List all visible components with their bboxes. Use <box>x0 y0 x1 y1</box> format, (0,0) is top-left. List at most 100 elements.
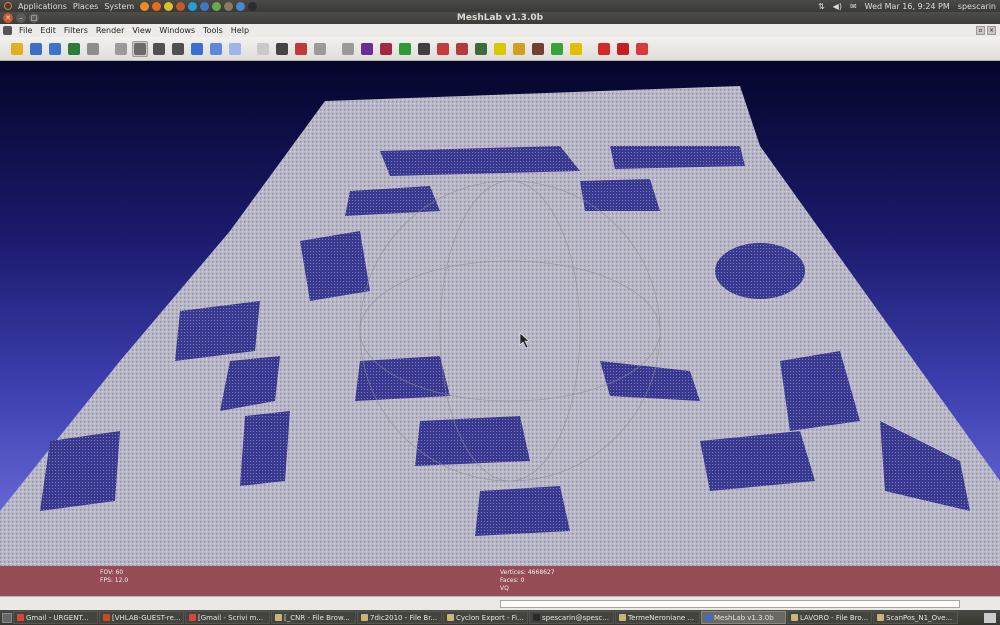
firefox-icon[interactable] <box>152 1 162 11</box>
panel-user[interactable]: spescarin <box>958 2 996 11</box>
skype-icon[interactable] <box>188 1 198 11</box>
flat-lines-button[interactable] <box>189 41 205 57</box>
mdi-close-button[interactable]: × <box>987 26 996 35</box>
brush-button[interactable] <box>511 41 527 57</box>
meshlab-app-icon <box>3 26 12 35</box>
vlc-icon[interactable] <box>140 1 150 11</box>
smooth-icon <box>229 42 241 55</box>
raster-button[interactable] <box>473 41 489 57</box>
window-icon <box>103 614 110 621</box>
chrome-icon[interactable] <box>164 1 174 11</box>
mail-icon[interactable]: ✉ <box>850 2 857 11</box>
window-title: MeshLab v1.3.0b <box>456 13 544 23</box>
taskbar-item-label: Cyclon Export - Fi... <box>456 613 524 622</box>
chromium-icon[interactable] <box>236 1 246 11</box>
taskbar-item-label: 7dic2010 - File Br... <box>370 613 438 622</box>
delete-all-icon <box>636 42 648 55</box>
paint-button[interactable] <box>397 41 413 57</box>
color-texture-icon <box>380 42 392 55</box>
3d-viewport[interactable] <box>0 61 1000 566</box>
select-faces-button[interactable] <box>435 41 451 57</box>
taskbar-item[interactable]: LAVORO - File Bro... <box>787 611 872 624</box>
layers-button[interactable] <box>85 41 101 57</box>
mdi-restore-button[interactable]: ▫ <box>976 26 985 35</box>
window-icon <box>275 614 282 621</box>
panel-menu-applications[interactable]: Applications <box>18 2 67 11</box>
delete-faces-button[interactable] <box>596 41 612 57</box>
panel-datetime[interactable]: Wed Mar 16, 9:24 PM <box>865 2 950 11</box>
delete-all-button[interactable] <box>634 41 650 57</box>
color-texture-button[interactable] <box>378 41 394 57</box>
hidden-lines-button[interactable] <box>170 41 186 57</box>
paint-icon <box>399 42 411 55</box>
open-folder-button[interactable] <box>9 41 25 57</box>
taskbar-item[interactable]: [_CNR - File Brow... <box>271 611 356 624</box>
select-button[interactable] <box>340 41 356 57</box>
window-titlebar[interactable]: ✕ – □ MeshLab v1.3.0b <box>0 12 1000 24</box>
shield-button[interactable] <box>359 41 375 57</box>
point-cloud-render[interactable] <box>0 61 1000 566</box>
taskbar-item[interactable]: ScanPos_N1_Ove... <box>873 611 958 624</box>
menu-tools[interactable]: Tools <box>199 26 227 35</box>
taskbar-item[interactable]: [Gmail - Scrivi m... <box>185 611 270 624</box>
taskbar-item[interactable]: [VHLAB-GUEST-re... <box>99 611 184 624</box>
taskbar: Gmail - URGENT... [VHLAB-GUEST-re... [Gmai… <box>0 610 1000 625</box>
taskbar-item-label: Gmail - URGENT... <box>26 613 89 622</box>
measure-button[interactable] <box>416 41 432 57</box>
browser-icon[interactable] <box>176 1 186 11</box>
taskbar-item[interactable]: MeshLab v1.3.0b <box>701 611 786 624</box>
backface-icon <box>295 42 307 55</box>
window-minimize-button[interactable]: – <box>16 13 26 23</box>
window-icon <box>791 614 798 621</box>
bulb-button[interactable] <box>274 41 290 57</box>
bbox-button[interactable] <box>113 41 129 57</box>
taskbar-item[interactable]: TermeNeroniane ... <box>615 611 700 624</box>
window-maximize-button[interactable]: □ <box>29 13 39 23</box>
cull-button[interactable] <box>312 41 328 57</box>
menu-view[interactable]: View <box>128 26 155 35</box>
annotation-a-button[interactable] <box>492 41 508 57</box>
menu-edit[interactable]: Edit <box>36 26 60 35</box>
reload-button[interactable] <box>28 41 44 57</box>
menu-render[interactable]: Render <box>92 26 128 35</box>
smooth-button[interactable] <box>227 41 243 57</box>
volume-icon[interactable]: ◀) <box>833 2 842 11</box>
ubuntu-logo-icon[interactable] <box>4 2 12 10</box>
points-button[interactable] <box>132 40 148 57</box>
save-snapshot-button[interactable] <box>47 41 63 57</box>
window-close-button[interactable]: ✕ <box>3 13 13 23</box>
terminal-icon[interactable] <box>248 1 258 11</box>
progress-bar <box>500 600 960 608</box>
qgis-icon[interactable] <box>212 1 222 11</box>
taskbar-item[interactable]: Cyclon Export - Fi... <box>443 611 528 624</box>
image-button[interactable] <box>66 41 82 57</box>
menu-bar: File Edit Filters Render View Windows Tools Hel… <box>0 24 1000 37</box>
select-vertices-button[interactable] <box>454 41 470 57</box>
panel-menu-places[interactable]: Places <box>73 2 98 11</box>
panel-menu-system[interactable]: System <box>104 2 134 11</box>
menu-file[interactable]: File <box>15 26 36 35</box>
menu-windows[interactable]: Windows <box>155 26 199 35</box>
gimp-icon[interactable] <box>224 1 234 11</box>
flat-button[interactable] <box>208 41 224 57</box>
taskbar-item[interactable]: Gmail - URGENT... <box>13 611 98 624</box>
backface-button[interactable] <box>293 41 309 57</box>
taskbar-item-label: LAVORO - File Bro... <box>800 613 869 622</box>
taskbar-item[interactable]: spescarin@spesc... <box>529 611 614 624</box>
open-folder-icon <box>11 42 23 55</box>
taskbar-item[interactable]: 7dic2010 - File Br... <box>357 611 442 624</box>
taskbar-item-label: [Gmail - Scrivi m... <box>198 613 264 622</box>
info-button[interactable] <box>568 41 584 57</box>
trash-icon[interactable] <box>984 612 996 623</box>
wireframe-button[interactable] <box>151 41 167 57</box>
show-desktop-button[interactable] <box>2 612 12 623</box>
align-button[interactable] <box>549 41 565 57</box>
help-icon[interactable] <box>200 1 210 11</box>
network-icon[interactable]: ⇅ <box>818 2 825 11</box>
delete-vertices-button[interactable] <box>615 41 631 57</box>
menu-help[interactable]: Help <box>227 26 253 35</box>
knife-button[interactable] <box>530 41 546 57</box>
light-button[interactable] <box>255 41 271 57</box>
hidden-lines-icon <box>172 42 184 55</box>
menu-filters[interactable]: Filters <box>60 26 92 35</box>
